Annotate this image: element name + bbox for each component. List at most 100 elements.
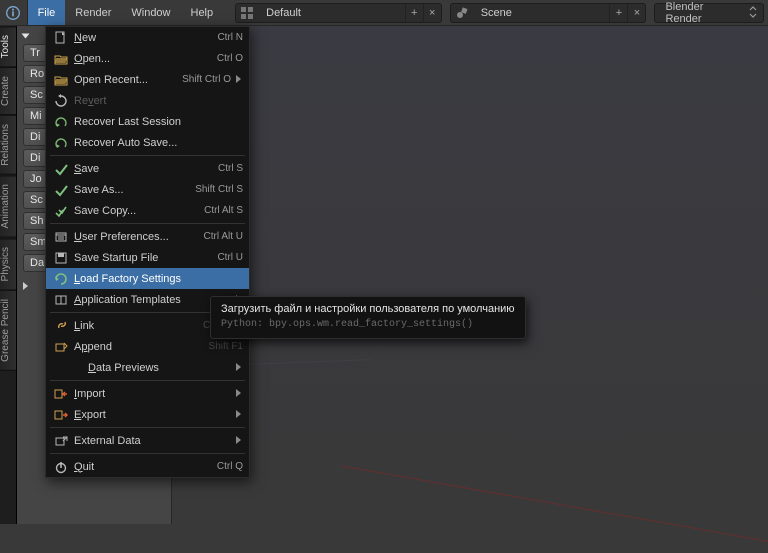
menu-item-recover-last-session[interactable]: Recover Last Session: [46, 111, 249, 132]
menu-item-recover-auto-save[interactable]: Recover Auto Save...: [46, 132, 249, 153]
menu-item-label: Export: [74, 409, 231, 421]
add-scene-button[interactable]: +: [609, 4, 627, 22]
scene-selector[interactable]: Scene + ×: [450, 3, 647, 23]
menu-item-label: New: [74, 32, 211, 44]
top-bar: FileRenderWindowHelp Default + × Scene +…: [0, 0, 768, 26]
scene-name: Scene: [473, 7, 520, 19]
info-icon[interactable]: [0, 0, 28, 25]
menu-item-label: Save: [74, 163, 212, 175]
menu-item-label: Save Copy...: [74, 205, 198, 217]
menu-item-export[interactable]: Export: [46, 404, 249, 425]
submenu-arrow-icon: [233, 363, 243, 373]
submenu-arrow-icon: [233, 389, 243, 399]
append-icon: [52, 340, 70, 354]
menu-item-label: Open Recent...: [74, 74, 176, 86]
external-icon: [52, 434, 70, 448]
menu-item-save[interactable]: Save Ctrl S: [46, 158, 249, 179]
menu-item-revert: Revert: [46, 90, 249, 111]
menu-item-label: Link: [74, 320, 197, 332]
scene-icon: [451, 6, 473, 20]
menu-item-shortcut: Shift Ctrl O: [182, 74, 231, 85]
render-engine-selector[interactable]: Blender Render: [654, 3, 764, 23]
main-menu: FileRenderWindowHelp: [28, 0, 224, 25]
menu-item-shortcut: Ctrl Alt S: [204, 205, 243, 216]
submenu-arrow-icon: [233, 75, 243, 85]
remove-scene-button[interactable]: ×: [627, 4, 645, 22]
menu-item-import[interactable]: Import: [46, 383, 249, 404]
menu-item-save-as[interactable]: Save As...Shift Ctrl S: [46, 179, 249, 200]
menu-item-label: Append: [74, 341, 203, 353]
quit-icon: [52, 460, 70, 474]
folder-open-icon: [52, 52, 70, 66]
sidetab-create[interactable]: Create: [0, 67, 16, 115]
tooltip: Загрузить файл и настройки пользователя …: [210, 296, 526, 339]
menu-item-open[interactable]: Open... Ctrl O: [46, 48, 249, 69]
menu-item-label: Revert: [74, 95, 243, 107]
menu-item-label: Import: [74, 388, 231, 400]
import-icon: [52, 387, 70, 401]
menu-item-label: User Preferences...: [74, 231, 198, 243]
menu-item-shortcut: Ctrl Q: [217, 461, 243, 472]
menu-item-load-factory-settings[interactable]: Load Factory Settings: [46, 268, 249, 289]
menu-item-user-preferences[interactable]: User Preferences... Ctrl Alt U: [46, 226, 249, 247]
export-icon: [52, 408, 70, 422]
menu-item-shortcut: Shift F1: [209, 341, 243, 352]
menu-file[interactable]: File: [28, 0, 66, 25]
menu-item-new[interactable]: New Ctrl N: [46, 27, 249, 48]
menu-separator: [50, 155, 245, 156]
layout-icon: [236, 6, 258, 20]
chevron-updown-icon: [749, 6, 757, 21]
sidetab-grease-pencil[interactable]: Grease Pencil: [0, 290, 16, 371]
menu-item-append[interactable]: Append Shift F1: [46, 336, 249, 357]
save-startup-icon: [52, 251, 70, 265]
revert-icon: [52, 94, 70, 108]
menu-item-label: Recover Auto Save...: [74, 137, 243, 149]
remove-layout-button[interactable]: ×: [423, 4, 441, 22]
menu-item-shortcut: Ctrl U: [217, 252, 243, 263]
submenu-arrow-icon: [233, 436, 243, 446]
menu-item-external-data[interactable]: External Data: [46, 430, 249, 451]
submenu-arrow-icon: [233, 410, 243, 420]
file-menu-dropdown: New Ctrl N Open... Ctrl O Open Recent... Shif…: [45, 26, 250, 478]
menu-window[interactable]: Window: [121, 0, 180, 25]
sidetab-physics[interactable]: Physics: [0, 238, 16, 290]
folder-open-icon: [52, 73, 70, 87]
menu-item-label: Load Factory Settings: [74, 273, 243, 285]
menu-item-shortcut: Ctrl O: [217, 53, 243, 64]
menu-separator: [50, 380, 245, 381]
screen-layout-selector[interactable]: Default + ×: [235, 3, 442, 23]
save-copy-icon: [52, 204, 70, 218]
menu-separator: [50, 223, 245, 224]
menu-separator: [50, 427, 245, 428]
menu-item-label: Data Previews: [88, 362, 231, 374]
factory-icon: [52, 272, 70, 286]
prefs-icon: [52, 230, 70, 244]
sidetab-tools[interactable]: Tools: [0, 26, 16, 67]
menu-separator: [50, 453, 245, 454]
sidetab-relations[interactable]: Relations: [0, 115, 16, 175]
layout-name: Default: [258, 7, 309, 19]
tooltip-text: Загрузить файл и настройки пользователя …: [221, 303, 515, 315]
templates-icon: [52, 293, 70, 307]
menu-item-open-recent[interactable]: Open Recent... Shift Ctrl O: [46, 69, 249, 90]
menu-render[interactable]: Render: [65, 0, 121, 25]
menu-item-label: External Data: [74, 435, 231, 447]
menu-item-label: Open...: [74, 53, 211, 65]
save-check-icon: [52, 162, 70, 176]
render-engine-label: Blender Render: [665, 1, 741, 25]
add-layout-button[interactable]: +: [405, 4, 423, 22]
menu-item-shortcut: Shift Ctrl S: [195, 184, 243, 195]
menu-item-shortcut: Ctrl N: [217, 32, 243, 43]
menu-item-quit[interactable]: QuitCtrl Q: [46, 456, 249, 477]
menu-help[interactable]: Help: [181, 0, 224, 25]
menu-item-label: Save Startup File: [74, 252, 211, 264]
menu-item-save-startup-file[interactable]: Save Startup File Ctrl U: [46, 247, 249, 268]
recover-icon: [52, 115, 70, 129]
sidetab-animation[interactable]: Animation: [0, 175, 16, 237]
doc-new-icon: [52, 31, 70, 45]
menu-item-shortcut: Ctrl Alt U: [204, 231, 243, 242]
3d-viewport[interactable]: [172, 26, 768, 524]
menu-item-data-previews[interactable]: Data Previews: [46, 357, 249, 378]
menu-item-shortcut: Ctrl S: [218, 163, 243, 174]
menu-item-save-copy[interactable]: Save Copy... Ctrl Alt S: [46, 200, 249, 221]
